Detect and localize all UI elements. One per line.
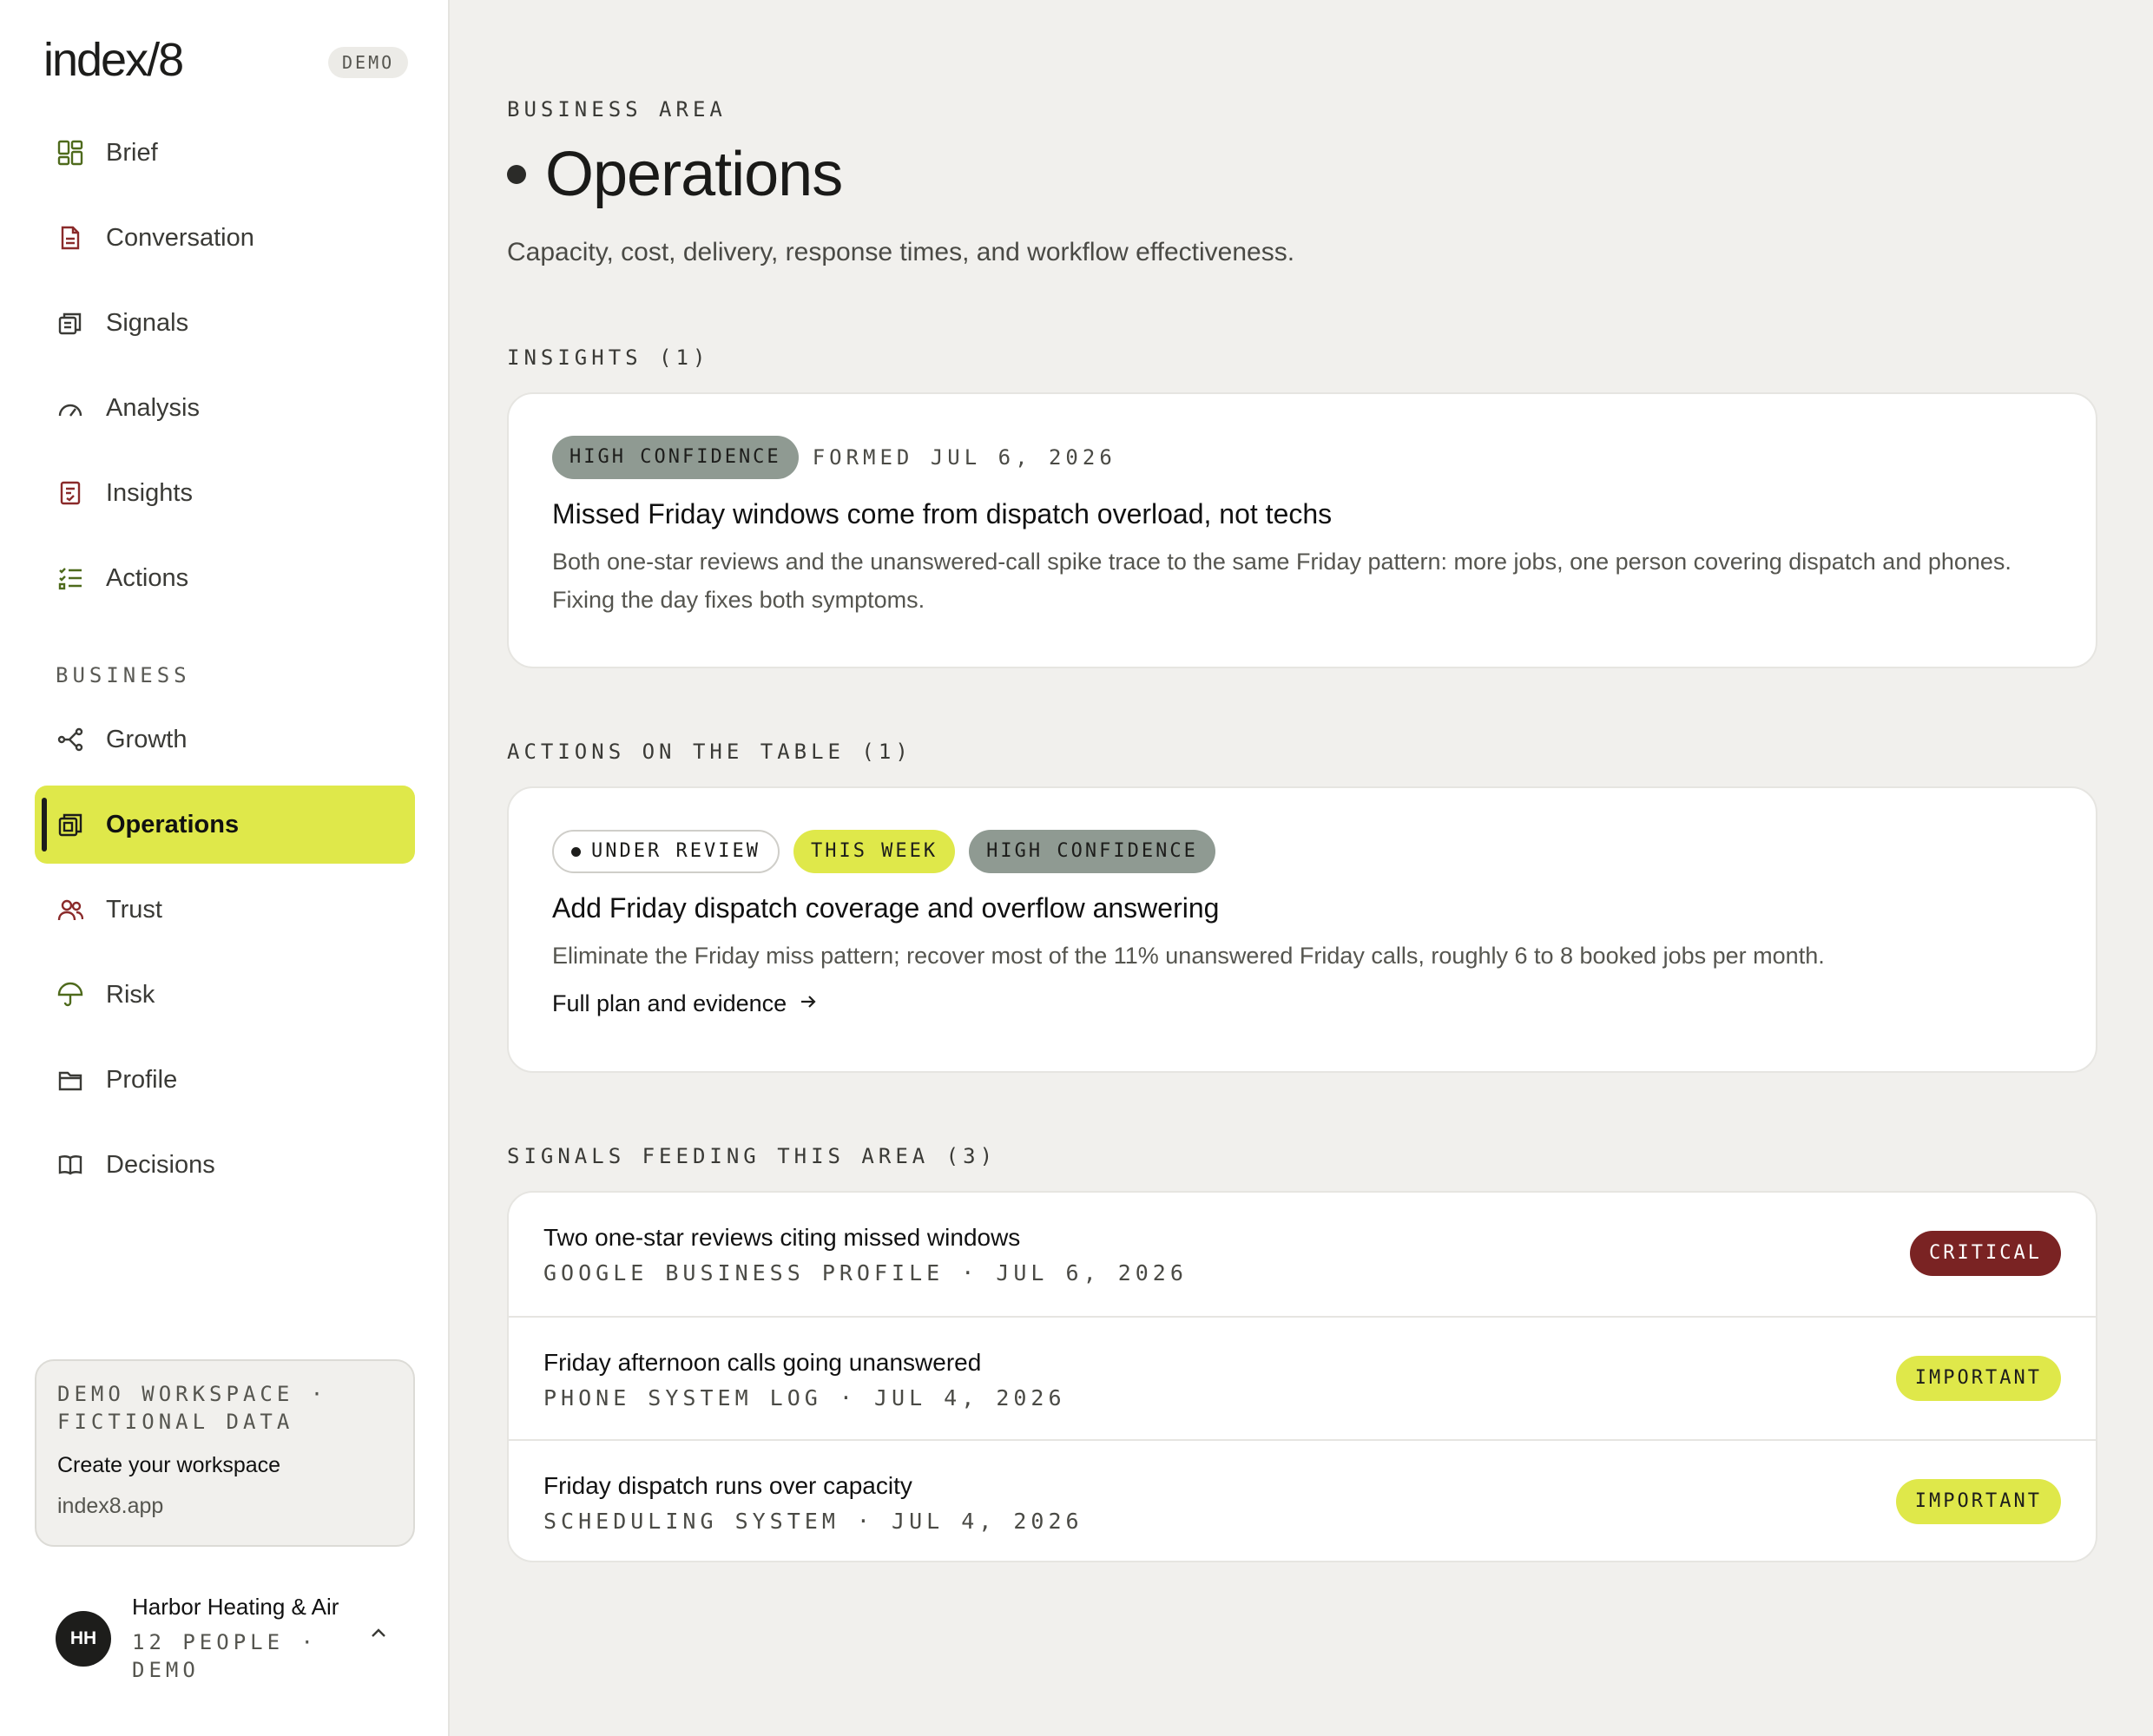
- sidebar-item-label: Signals: [106, 308, 189, 337]
- insight-body: Both one-star reviews and the unanswered…: [552, 549, 2011, 613]
- confidence-badge: HIGH CONFIDENCE: [552, 436, 799, 479]
- create-workspace-link[interactable]: Create your workspace: [57, 1453, 392, 1478]
- sidebar-item-label: Brief: [106, 138, 158, 167]
- sidebar-item-risk[interactable]: Risk: [35, 956, 415, 1034]
- sidebar-item-trust[interactable]: Trust: [35, 871, 415, 949]
- workspace-url[interactable]: index8.app: [57, 1494, 392, 1519]
- sidebar-item-insights[interactable]: Insights: [35, 454, 415, 532]
- breadcrumb: BUSINESS AREA: [507, 97, 727, 122]
- action-card[interactable]: UNDER REVIEW THIS WEEK HIGH CONFIDENCE A…: [507, 786, 2097, 1073]
- checklist-icon: [56, 563, 85, 593]
- grid-icon: [56, 138, 85, 168]
- full-plan-link[interactable]: Full plan and evidence: [552, 990, 2052, 1017]
- list-item[interactable]: Friday dispatch runs over capacity SCHED…: [509, 1439, 2096, 1561]
- sidebar-item-brief[interactable]: Brief: [35, 114, 415, 192]
- signal-meta: PHONE SYSTEM LOG · JUL 4, 2026: [543, 1385, 1066, 1410]
- list-item[interactable]: Two one-star reviews citing missed windo…: [509, 1193, 2096, 1316]
- signals-section-header: SIGNALS FEEDING THIS AREA (3): [507, 1144, 997, 1168]
- signal-title: Friday dispatch runs over capacity: [543, 1472, 912, 1499]
- sidebar-item-label: Insights: [106, 478, 193, 507]
- demo-badge: DEMO: [328, 47, 409, 78]
- demo-workspace-label: DEMO WORKSPACE · FICTIONAL DATA: [57, 1382, 328, 1434]
- insight-card[interactable]: HIGH CONFIDENCE FORMED JUL 6, 2026 Misse…: [507, 392, 2097, 668]
- folder-icon: [56, 1065, 85, 1095]
- user-meta: 12 PEOPLE · DEMO: [132, 1630, 318, 1682]
- status-dot: [571, 846, 581, 857]
- severity-badge: IMPORTANT: [1895, 1356, 2061, 1401]
- signal-title: Friday afternoon calls going unanswered: [543, 1349, 982, 1376]
- gauge-icon: [56, 393, 85, 423]
- confidence-badge: HIGH CONFIDENCE: [969, 830, 1215, 873]
- sidebar-item-conversation[interactable]: Conversation: [35, 199, 415, 277]
- bullet-dot: [507, 165, 526, 184]
- signal-meta: SCHEDULING SYSTEM · JUL 4, 2026: [543, 1509, 1083, 1534]
- demo-workspace-box: DEMO WORKSPACE · FICTIONAL DATA Create y…: [35, 1359, 415, 1547]
- action-tags: UNDER REVIEW THIS WEEK HIGH CONFIDENCE: [552, 830, 2052, 873]
- sidebar-item-label: Operations: [106, 810, 240, 838]
- note-icon: [56, 478, 85, 508]
- sidebar-item-analysis[interactable]: Analysis: [35, 369, 415, 447]
- section-label-business: BUSINESS: [56, 663, 191, 687]
- insight-tags: HIGH CONFIDENCE FORMED JUL 6, 2026: [552, 436, 2052, 479]
- actions-section-header: ACTIONS ON THE TABLE (1): [507, 740, 912, 764]
- user-name: Harbor Heating & Air: [132, 1594, 339, 1620]
- sidebar-item-profile[interactable]: Profile: [35, 1041, 415, 1119]
- formed-date: FORMED JUL 6, 2026: [812, 445, 1116, 470]
- sidebar-item-signals[interactable]: Signals: [35, 284, 415, 362]
- sidebar-item-growth[interactable]: Growth: [35, 700, 415, 779]
- severity-badge: CRITICAL: [1910, 1231, 2061, 1276]
- status-badge: UNDER REVIEW: [552, 830, 780, 873]
- sidebar-item-label: Growth: [106, 725, 188, 753]
- insight-title: Missed Friday windows come from dispatch…: [552, 498, 1333, 529]
- sidebar-item-label: Profile: [106, 1065, 178, 1094]
- document-icon: [56, 223, 85, 253]
- stack-icon: [56, 308, 85, 338]
- sidebar-item-actions[interactable]: Actions: [35, 539, 415, 617]
- book-icon: [56, 1150, 85, 1180]
- app-logo[interactable]: index/8: [43, 33, 184, 87]
- page-title: Operations: [507, 139, 843, 210]
- chevron-up-icon[interactable]: [368, 1623, 389, 1648]
- signal-meta: GOOGLE BUSINESS PROFILE · JUL 6, 2026: [543, 1260, 1188, 1286]
- sidebar-item-label: Analysis: [106, 393, 200, 422]
- arrow-right-icon: [799, 990, 818, 1017]
- people-icon: [56, 895, 85, 924]
- timing-badge: THIS WEEK: [793, 830, 956, 873]
- page-title-text: Operations: [545, 140, 843, 209]
- severity-badge: IMPORTANT: [1895, 1479, 2061, 1524]
- umbrella-icon: [56, 980, 85, 1009]
- sidebar-item-label: Trust: [106, 895, 162, 924]
- share-icon: [56, 725, 85, 754]
- status-badge-label: UNDER REVIEW: [591, 840, 760, 862]
- sidebar-item-label: Decisions: [106, 1150, 215, 1179]
- full-plan-link-label: Full plan and evidence: [552, 990, 787, 1016]
- layers-icon: [56, 810, 85, 839]
- sidebar: index/8 DEMO Brief Conversation Signals …: [0, 0, 450, 1736]
- action-body: Eliminate the Friday miss pattern; recov…: [552, 943, 1825, 969]
- action-title: Add Friday dispatch coverage and overflo…: [552, 892, 1220, 924]
- page-subtitle: Capacity, cost, delivery, response times…: [507, 238, 1295, 266]
- avatar: HH: [56, 1611, 111, 1667]
- sidebar-item-label: Actions: [106, 563, 189, 592]
- sidebar-item-label: Risk: [106, 980, 155, 1009]
- signals-list: Two one-star reviews citing missed windo…: [507, 1191, 2097, 1562]
- insights-section-header: INSIGHTS (1): [507, 345, 710, 370]
- list-item[interactable]: Friday afternoon calls going unanswered …: [509, 1316, 2096, 1439]
- sidebar-item-operations[interactable]: Operations: [35, 786, 415, 864]
- sidebar-item-decisions[interactable]: Decisions: [35, 1126, 415, 1204]
- signal-title: Two one-star reviews citing missed windo…: [543, 1224, 1021, 1251]
- sidebar-item-label: Conversation: [106, 223, 254, 252]
- user-switcher[interactable]: HH Harbor Heating & Air 12 PEOPLE · DEMO: [56, 1594, 412, 1689]
